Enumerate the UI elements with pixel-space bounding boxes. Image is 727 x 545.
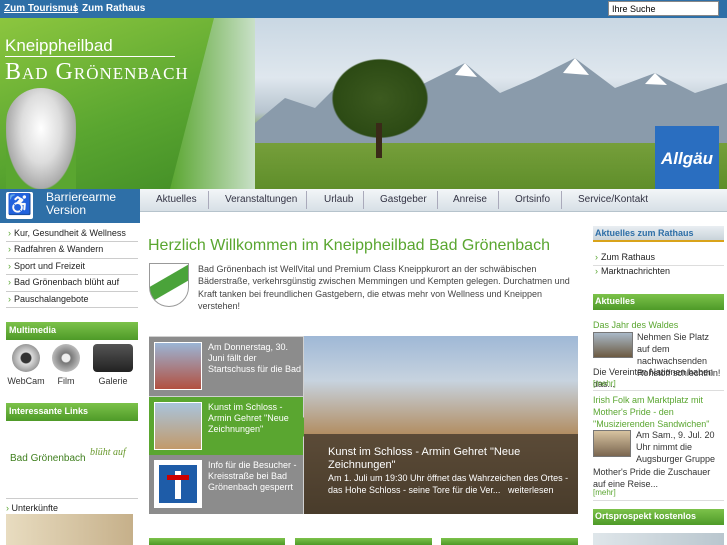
logo-area[interactable]: Kneippheilbad Bad Grönenbach	[0, 18, 280, 189]
brochure-heading[interactable]: Ortsprospekt kostenlos	[593, 509, 724, 525]
tree-trunk	[376, 123, 382, 158]
allgaeu-logo[interactable]: Allgäu	[655, 126, 719, 189]
nav-separator	[208, 191, 209, 209]
left-menu-item-blueht-auf[interactable]: › Bad Grönenbach blüht auf	[6, 275, 138, 292]
webcam-label: WebCam	[7, 376, 45, 386]
slide-text: Info für die Besucher - Kreisstraße bei …	[208, 460, 297, 492]
film-reel-icon	[52, 344, 80, 372]
read-more-link[interactable]: weiterlesen	[508, 485, 554, 495]
welcome-text: Bad Grönenbach ist WellVital und Premium…	[198, 264, 570, 311]
brand-divider	[5, 56, 175, 57]
carousel-caption: Kunst im Schloss - Armin Gehret "Neue Ze…	[304, 434, 578, 514]
caption-text: Am 1. Juli um 19:30 Uhr öffnet das Wahrz…	[328, 473, 569, 495]
news-text: Am Sam., 9. Jul. 20 Uhr nimmt die Augsbu…	[636, 430, 716, 465]
left-menu-item-pauschalangebote[interactable]: › Pauschalangebote	[6, 292, 138, 308]
wheelchair-icon: ♿	[6, 192, 33, 219]
top-separator: |	[74, 3, 77, 14]
bloom-logo-name: Bad Grönenbach	[10, 453, 86, 464]
news-more-link[interactable]: [mehr]	[593, 488, 616, 497]
bottom-tabs	[149, 538, 589, 545]
kneipp-portrait	[6, 88, 76, 189]
left-menu-item-kur[interactable]: › Kur, Gesundheit & Wellness	[6, 226, 138, 243]
coat-of-arms	[149, 263, 189, 307]
accommodation-link[interactable]: › Unterkünfte	[6, 498, 138, 513]
arrow-right-icon: ›	[8, 228, 11, 238]
left-menu-item-radfahren[interactable]: › Radfahren & Wandern	[6, 242, 138, 259]
projector-icon	[93, 344, 133, 372]
accessible-version-label: Barrierearme Version	[46, 190, 117, 217]
news-heading: Aktuelles	[593, 294, 724, 310]
carousel-slide[interactable]: Info für die Besucher - Kreisstraße bei …	[149, 455, 303, 514]
film-link[interactable]: Film	[46, 344, 86, 386]
search-input[interactable]	[608, 1, 719, 16]
news-more-link[interactable]: [mehr]	[593, 379, 616, 388]
caption-title: Kunst im Schloss - Armin Gehret "Neue Ze…	[328, 446, 521, 471]
webcam-icon	[12, 344, 40, 372]
news-text-continued: Mother's Pride die Zuschauer auf eine Re…	[593, 467, 711, 490]
nav-item-veranstaltungen[interactable]: Veranstaltungen	[225, 194, 297, 205]
news-thumbnail[interactable]	[593, 430, 631, 457]
town-hall-link[interactable]: Zum Rathaus	[82, 3, 145, 14]
slide-text: Am Donnerstag, 30. Juni fällt der Starts…	[208, 342, 302, 374]
news-carousel: Am Donnerstag, 30. Juni fällt der Starts…	[149, 336, 578, 514]
gallery-label: Galerie	[98, 376, 128, 386]
nav-separator	[437, 191, 438, 209]
multimedia-heading: Multimedia	[6, 322, 138, 340]
nav-item-anreise[interactable]: Anreise	[453, 194, 487, 205]
nav-item-gastgeber[interactable]: Gastgeber	[380, 194, 427, 205]
carousel-slide-active[interactable]: Kunst im Schloss - Armin Gehret "Neue Ze…	[149, 397, 313, 456]
slide-thumbnail	[154, 402, 202, 450]
slide-text: Kunst im Schloss - Armin Gehret "Neue Ze…	[208, 402, 289, 434]
nav-separator	[561, 191, 562, 209]
news-title[interactable]: Das Jahr des Waldes	[593, 320, 678, 330]
nav-separator	[363, 191, 364, 209]
multimedia-row: WebCam Film Galerie	[6, 344, 138, 392]
accommodation-image[interactable]	[6, 514, 133, 545]
market-news-link[interactable]: › Marktnachrichten	[595, 266, 670, 276]
left-menu-item-sport[interactable]: › Sport und Freizeit	[6, 259, 138, 276]
bottom-tab-kur[interactable]	[149, 538, 285, 545]
left-menu: › Kur, Gesundheit & Wellness › Radfahren &…	[6, 226, 138, 308]
carousel-slide[interactable]: Am Donnerstag, 30. Juni fällt der Starts…	[149, 337, 303, 396]
nav-item-aktuelles[interactable]: Aktuelles	[156, 194, 197, 205]
town-hall-news-heading: Aktuelles zum Rathaus	[593, 226, 724, 242]
brand-name: Bad Grönenbach	[5, 59, 189, 85]
news-title[interactable]: Irish Folk am Marktplatz mit Mother's Pr…	[593, 394, 724, 430]
nav-item-ortsinfo[interactable]: Ortsinfo	[515, 194, 550, 205]
bloom-logo-tagline: blüht auf	[90, 447, 126, 458]
accessible-version-button[interactable]: ♿ Barrierearme Version	[0, 189, 140, 223]
bottom-tab-gastgeber[interactable]	[441, 538, 578, 545]
road-sign-thumbnail	[154, 460, 202, 508]
bottom-tab-veranstaltungen[interactable]	[295, 538, 432, 545]
arrow-right-icon: ›	[595, 266, 598, 276]
nav-separator	[306, 191, 307, 209]
nav-separator	[498, 191, 499, 209]
divider	[593, 500, 724, 501]
nav-item-service-kontakt[interactable]: Service/Kontakt	[578, 194, 648, 205]
arrow-right-icon: ›	[8, 277, 11, 288]
header-banner: Kneippheilbad Bad Grönenbach Allgäu	[0, 18, 727, 189]
divider	[593, 390, 724, 391]
arrow-right-icon: ›	[8, 260, 11, 271]
arrow-right-icon: ›	[595, 252, 598, 262]
brand-subtitle: Kneippheilbad	[5, 36, 113, 55]
webcam-link[interactable]: WebCam	[6, 344, 46, 386]
alpine-landscape-image: Allgäu	[255, 18, 727, 189]
nav-item-urlaub[interactable]: Urlaub	[324, 194, 353, 205]
arrow-right-icon: ›	[8, 244, 11, 255]
town-hall-link-right[interactable]: › Zum Rathaus	[595, 252, 655, 262]
gallery-link[interactable]: Galerie	[90, 344, 136, 386]
welcome-title: Herzlich Willkommen im Kneippheilbad Bad…	[148, 237, 550, 254]
slide-thumbnail	[154, 342, 202, 390]
tourism-link[interactable]: Zum Tourismus	[4, 3, 78, 14]
brochure-image[interactable]	[593, 533, 724, 545]
news-thumbnail[interactable]	[593, 332, 633, 358]
road-sign-icon	[159, 465, 197, 503]
links-heading: Interessante Links	[6, 403, 138, 421]
bloom-logo-link[interactable]: Bad Grönenbach blüht auf	[6, 425, 138, 495]
film-label: Film	[57, 376, 75, 386]
arrow-right-icon: ›	[8, 293, 11, 304]
top-bar: Zum Tourismus | Zum Rathaus	[0, 0, 727, 18]
